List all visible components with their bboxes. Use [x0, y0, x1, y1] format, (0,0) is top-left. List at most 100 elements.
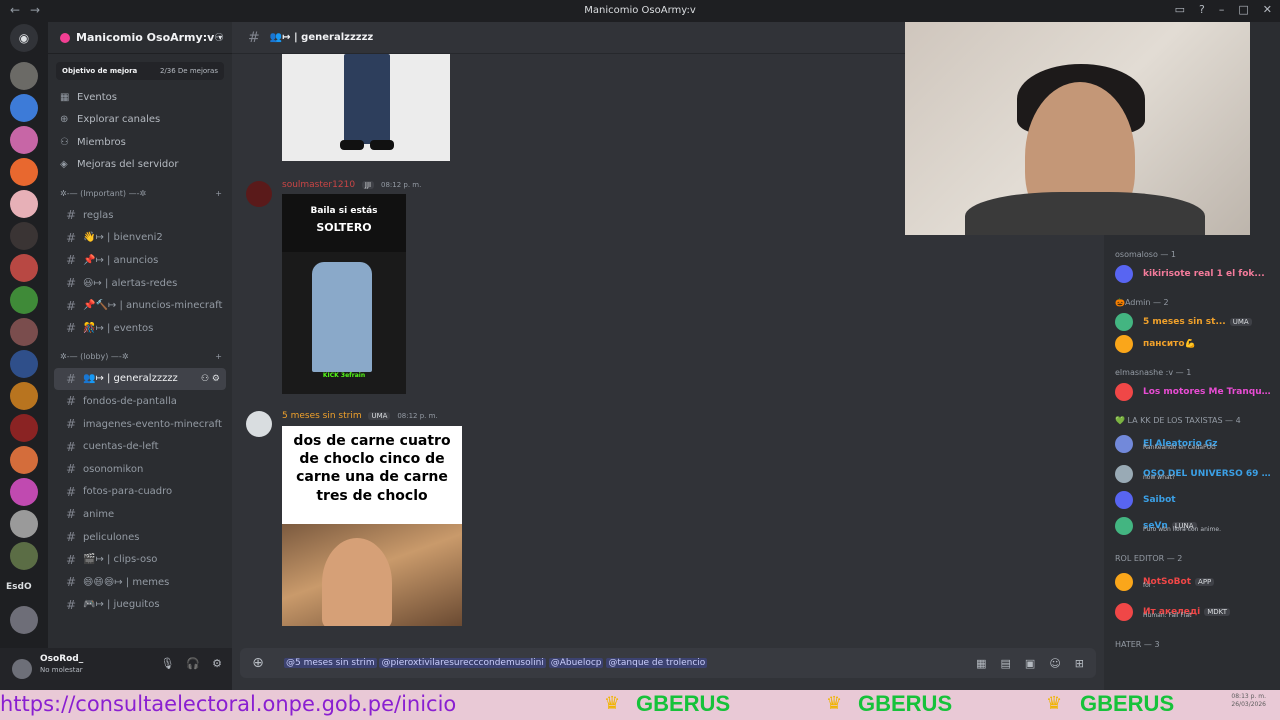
server-icon[interactable]: [10, 254, 38, 282]
emoji-icon[interactable]: ☺: [1049, 657, 1060, 670]
server-badge-icon: [60, 32, 70, 43]
channel-item[interactable]: # 🎬↦ | clips-oso: [54, 548, 226, 571]
menu-item[interactable]: ⚇ Miembros: [48, 131, 232, 154]
channel-item[interactable]: # 👋↦ | bienveni2: [54, 227, 226, 250]
discord-home-icon[interactable]: ◉: [10, 24, 38, 52]
member-row[interactable]: OSO DEL UNIVERSO 69 C... now what?: [1104, 459, 1280, 489]
attachment-image[interactable]: Baila si estás SOLTERO KICK 3efrain: [282, 194, 406, 394]
boost-goal[interactable]: Objetivo de mejora 2/36 De mejoras: [56, 62, 224, 80]
avatar: [1115, 573, 1133, 591]
menu-item[interactable]: ⊕ Explorar canales: [48, 109, 232, 132]
hash-icon: #: [66, 371, 77, 386]
channel-item[interactable]: # 🎮↦ | jueguitos: [54, 594, 226, 617]
member-row[interactable]: Los motores Me Tranquili...: [1104, 381, 1280, 403]
menu-item[interactable]: ◈ Mejoras del servidor: [48, 154, 232, 177]
server-icon[interactable]: [10, 222, 38, 250]
server-icon[interactable]: [10, 382, 38, 410]
member-row[interactable]: kikirisote real 1 el fok...: [1104, 263, 1280, 285]
channel-item[interactable]: # fondos-de-pantalla: [54, 390, 226, 413]
add-channel-icon[interactable]: +: [215, 352, 222, 361]
window-controls: ▭ ? – □ ✕: [1175, 3, 1272, 16]
invite-people-icon[interactable]: ⚇: [214, 31, 224, 44]
help-icon[interactable]: ?: [1199, 3, 1205, 16]
server-icon[interactable]: [10, 62, 38, 90]
channel-label: 👋↦ | bienveni2: [83, 232, 163, 244]
server-icon[interactable]: [10, 510, 38, 538]
member-row[interactable]: Saibot: [1104, 489, 1280, 511]
member-name: Los motores Me Tranquili...: [1143, 387, 1273, 397]
attachment-image[interactable]: dos de carne cuatro de choclo cinco de c…: [282, 426, 462, 626]
message-author[interactable]: 5 meses sin strim: [282, 411, 362, 421]
maximize-icon[interactable]: □: [1238, 3, 1248, 16]
message-input[interactable]: @5 meses sin strim @pieroxtivilaresurecc…: [276, 658, 976, 668]
channel-item[interactable]: # 📌↦ | anuncios: [54, 249, 226, 272]
server-icon[interactable]: [10, 318, 38, 346]
add-attachment-icon[interactable]: ⊕: [240, 655, 276, 671]
message-composer[interactable]: ⊕ @5 meses sin strim @pieroxtivilaresure…: [240, 648, 1096, 678]
member-row[interactable]: NotSoBot APP for .: [1104, 567, 1280, 597]
category-lobby[interactable]: ✲-— (lobby) —-✲ +: [48, 346, 232, 368]
message-author[interactable]: soulmaster1210: [282, 180, 355, 190]
settings-gear-icon[interactable]: ⚙: [212, 657, 222, 670]
server-icon-esdo[interactable]: EsdO: [6, 582, 32, 592]
banner-brand: GBERUS: [636, 691, 731, 716]
gif-icon[interactable]: ▤: [1001, 657, 1011, 670]
channel-item[interactable]: # 📌🔨↦ | anuncios-minecraft: [54, 294, 226, 317]
server-icon[interactable]: [10, 478, 38, 506]
mention-chip: @tanque de trolencio: [606, 658, 708, 668]
channel-item[interactable]: # 😃↦ | alertas-redes: [54, 272, 226, 295]
attachment-image[interactable]: [282, 54, 450, 161]
menu-item[interactable]: ▦ Eventos: [48, 86, 232, 109]
channel-label: cuentas-de-left: [83, 441, 159, 453]
avatar[interactable]: [12, 659, 32, 679]
server-icon[interactable]: [10, 606, 38, 634]
server-icon[interactable]: [10, 446, 38, 474]
server-icon[interactable]: [10, 286, 38, 314]
server-icon[interactable]: [10, 158, 38, 186]
avatar[interactable]: [246, 411, 272, 437]
server-icon[interactable]: [10, 190, 38, 218]
server-icon[interactable]: [10, 94, 38, 122]
server-icon[interactable]: [10, 350, 38, 378]
member-row[interactable]: El Aleatorio Gz Rankeando en CedaPUG: [1104, 429, 1280, 459]
hash-icon: #: [66, 298, 77, 313]
apps-icon[interactable]: ⊞: [1075, 657, 1084, 670]
channel-item[interactable]: # reglas: [54, 204, 226, 227]
channel-item[interactable]: # cuentas-de-left: [54, 435, 226, 458]
headphones-icon[interactable]: 🎧: [186, 657, 200, 670]
avatar: [1115, 465, 1133, 483]
member-row[interactable]: пансито💪: [1104, 333, 1280, 355]
hash-icon: #: [66, 276, 77, 291]
channel-generalzzzzz[interactable]: # 👥↦ | generalzzzzz ⚇ ⚙: [54, 367, 226, 391]
channel-settings-icon[interactable]: ⚇ ⚙: [201, 374, 220, 384]
hash-icon: #: [66, 462, 77, 477]
member-row[interactable]: 5 meses sin st... UMA: [1104, 311, 1280, 333]
channel-item[interactable]: # imagenes-evento-minecraft: [54, 413, 226, 436]
channel-item[interactable]: # 🎊↦ | eventos: [54, 317, 226, 340]
server-icon[interactable]: [10, 542, 38, 570]
minimize-icon[interactable]: –: [1219, 3, 1225, 16]
mention-chip: @Abuelocp: [548, 658, 604, 668]
channel-item[interactable]: # anime: [54, 503, 226, 526]
category-important[interactable]: ✲-— (Important) —-✲ +: [48, 182, 232, 204]
menu-item-label: Miembros: [77, 136, 126, 148]
member-row[interactable]: Ит акеледі MDKT Human: Fall Flat: [1104, 597, 1280, 627]
sticker-icon[interactable]: ▣: [1025, 657, 1035, 670]
channel-label: imagenes-evento-minecraft: [83, 418, 222, 430]
server-icon[interactable]: [10, 414, 38, 442]
member-row[interactable]: seVn LUNA Puro wbn llora con anime.: [1104, 511, 1280, 541]
channel-item[interactable]: # fotos-para-cuadro: [54, 481, 226, 504]
channel-item[interactable]: # osonomikon: [54, 458, 226, 481]
server-header[interactable]: Manicomio OsoArmy:v ▾ ⚇: [48, 22, 232, 54]
microphone-icon[interactable]: 🎙: [160, 657, 174, 670]
inbox-icon[interactable]: ▭: [1175, 3, 1185, 16]
avatar[interactable]: [246, 181, 272, 207]
channel-item[interactable]: # peliculones: [54, 526, 226, 549]
add-channel-icon[interactable]: +: [215, 189, 222, 198]
member-group-title: elmasnashe :v — 1: [1115, 367, 1192, 377]
close-icon[interactable]: ✕: [1263, 3, 1272, 16]
server-icon[interactable]: [10, 126, 38, 154]
user-status: No molestar: [40, 666, 83, 674]
channel-item[interactable]: # 😄😄😄↦ | memes: [54, 571, 226, 594]
gift-icon[interactable]: ▦: [976, 657, 986, 670]
